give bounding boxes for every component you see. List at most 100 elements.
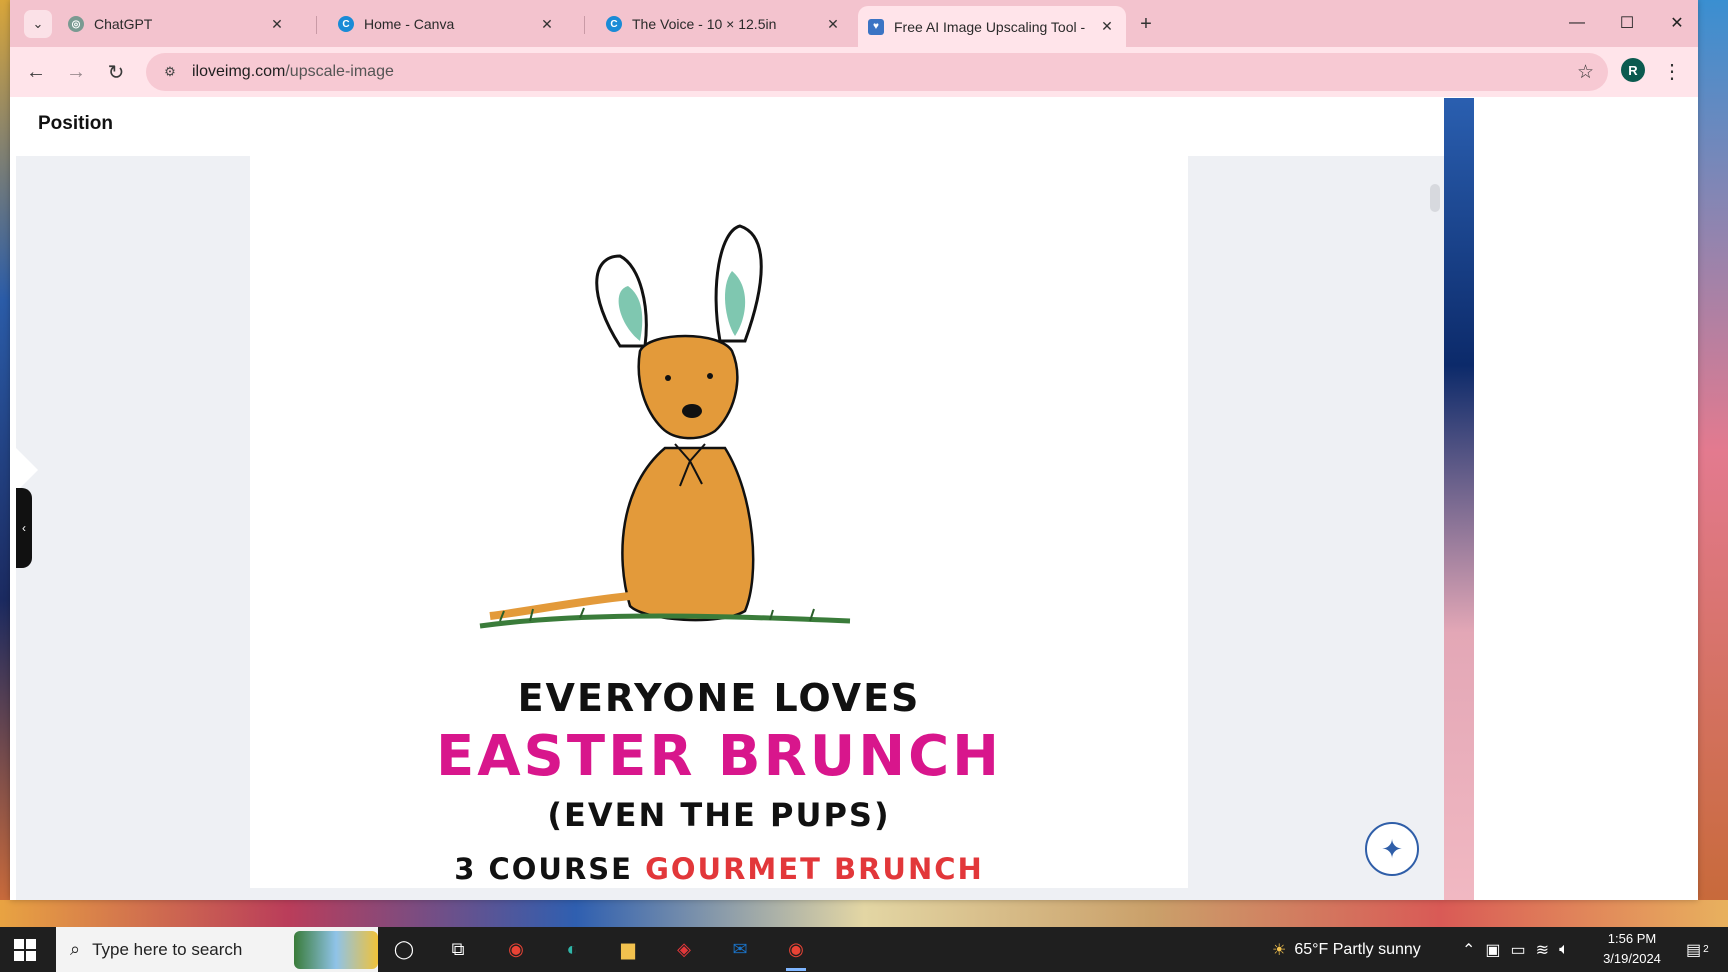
site-settings-icon[interactable]: ⚙ [160,64,180,80]
background-window-strip [1444,98,1474,900]
canva-icon: C [606,16,622,32]
tab-label: Free AI Image Upscaling Tool - [894,18,1086,35]
chrome-profile-icon[interactable]: ◉ [778,933,814,971]
tab-iloveimg[interactable]: ♥ Free AI Image Upscaling Tool - ✕ [858,6,1126,47]
chevron-down-icon: ⌄ [32,16,44,31]
close-icon[interactable]: ✕ [538,16,556,33]
new-tab-button[interactable]: + [1132,10,1160,38]
dog-body [621,446,755,622]
start-logo-tile [26,951,36,961]
canva-icon: C [338,16,354,32]
tab-chatgpt[interactable]: ◎ ChatGPT ✕ [58,8,296,40]
vertical-scrollbar[interactable] [1428,160,1440,880]
maximize-button[interactable]: ☐ [1604,8,1650,38]
url-text[interactable]: iloveimg.com/upscale-image [192,63,394,81]
close-icon: ✕ [1670,15,1684,32]
arrow-right-icon: → [66,60,86,83]
partly-sunny-icon: ☀ [1272,941,1287,959]
forward-button[interactable]: → [62,59,90,85]
profile-avatar[interactable]: R [1621,58,1645,82]
side-blank-panel [1474,98,1698,900]
minimize-button[interactable]: ― [1554,8,1600,38]
chevron-up-icon[interactable]: ⌃ [1462,940,1475,960]
chatgpt-icon: ◎ [68,16,84,32]
taskbar-clock[interactable]: 1:56 PM 3/19/2024 [1592,929,1672,969]
dog-nose [682,404,702,418]
clock-time: 1:56 PM [1607,931,1657,946]
sparkle-icon: ✦ [1381,833,1403,864]
tab-home-canva[interactable]: C Home - Canva ✕ [328,8,566,40]
panel-pointer [16,448,38,492]
search-icon: ⌕ [70,939,81,959]
tab-label: The Voice - 10 × 12.5in [632,16,777,32]
tab-search-button[interactable]: ⌄ [24,10,52,38]
collapse-sidebar-button[interactable]: ‹ [16,488,32,568]
maximize-icon: ☐ [1619,15,1635,32]
desktop-wallpaper-bottom [0,900,1728,927]
wifi-icon[interactable]: ≋ [1536,940,1549,960]
dog-eye-left [665,375,671,381]
cortana-icon[interactable]: ◯ [386,933,422,966]
reload-icon: ↻ [107,61,125,84]
volume-icon[interactable]: 🔈︎ [1559,941,1569,959]
system-tray: ⌃ ▣ ▭ ≋ 🔈︎ [1462,927,1569,972]
tab-divider [316,16,317,34]
edge-icon[interactable]: ◐ [554,933,590,966]
tab-label: ChatGPT [94,16,153,32]
file-explorer-icon[interactable]: ▆ [610,933,646,966]
browser-menu-icon[interactable]: ⋮ [1662,58,1682,84]
notification-count: 2 [1703,944,1709,955]
tab-divider [584,16,585,34]
close-icon[interactable]: ✕ [1098,18,1116,35]
dog-tail [489,592,631,620]
course-count-text: 3 COURSE [454,852,646,886]
tab-bar: ⌄ ◎ ChatGPT ✕ C Home - Canva ✕ C The Voi… [10,0,1698,47]
dog-eye-right [707,373,713,379]
browser-window: ⌄ ◎ ChatGPT ✕ C Home - Canva ✕ C The Voi… [10,0,1698,900]
start-logo-tile [26,939,36,949]
search-placeholder: Type here to search [92,939,243,959]
tab-the-voice[interactable]: C The Voice - 10 × 12.5in ✕ [596,8,852,40]
page-viewport: Position ‹ EVERYONE LOVES EASTER BRUNCH … [16,98,1698,900]
search-highlight-image [294,931,378,969]
bookmark-star-icon[interactable]: ☆ [1577,61,1594,84]
dog-head [637,334,739,440]
close-icon[interactable]: ✕ [824,16,842,33]
outlook-icon[interactable]: ✉ [722,933,758,966]
headline-course-brunch: 3 COURSE GOURMET BRUNCH [250,852,1188,886]
battery-icon[interactable]: ▭ [1511,940,1526,960]
clock-date: 3/19/2024 [1603,951,1661,966]
scrollbar-thumb[interactable] [1430,184,1440,212]
weather-widget[interactable]: ☀ 65°F Partly sunny [1272,927,1421,972]
back-button[interactable]: ← [22,59,50,85]
gourmet-brunch-text: GOURMET BRUNCH [645,852,984,886]
grass [479,613,851,629]
headline-even-the-pups: (EVEN THE PUPS) [547,796,891,834]
weather-text: 65°F Partly sunny [1294,940,1421,958]
url-path: /upscale-image [285,63,394,80]
notification-center-button[interactable]: ▤ 2 [1686,927,1709,972]
arrow-left-icon: ← [26,60,46,83]
design-canvas[interactable]: EVERYONE LOVES EASTER BRUNCH (EVEN THE P… [250,156,1188,888]
ai-sparkle-button[interactable]: ✦ [1365,822,1419,876]
start-logo-tile [14,951,24,961]
minimize-icon: ― [1569,14,1585,31]
app-icon-red[interactable]: ◈ [666,933,702,966]
chrome-icon[interactable]: ◉ [498,933,534,966]
heart-icon: ♥ [868,18,884,35]
close-icon[interactable]: ✕ [268,16,286,33]
url-domain: iloveimg.com [192,63,286,80]
close-window-button[interactable]: ✕ [1654,8,1700,38]
address-bar[interactable]: ⚙ iloveimg.com/upscale-image ☆ [146,53,1608,91]
reload-button[interactable]: ↻ [102,59,130,85]
windows-start-button[interactable] [14,939,36,961]
chevron-left-icon: ‹ [22,521,26,535]
start-logo-tile [14,939,24,949]
headline-easter-brunch: EASTER BRUNCH [435,724,1003,789]
task-view-icon[interactable]: ⧉ [440,933,476,966]
desktop-wallpaper-right [1698,0,1728,900]
meet-now-icon[interactable]: ▣ [1485,940,1500,960]
tab-label: Home - Canva [364,16,455,32]
headline-everyone-loves: EVERYONE LOVES [517,676,921,720]
windows-taskbar: ⌕ Type here to search ◯ ⧉ ◉ ◐ ▆ ◈ ✉ ◉ ☀ … [0,927,1728,972]
